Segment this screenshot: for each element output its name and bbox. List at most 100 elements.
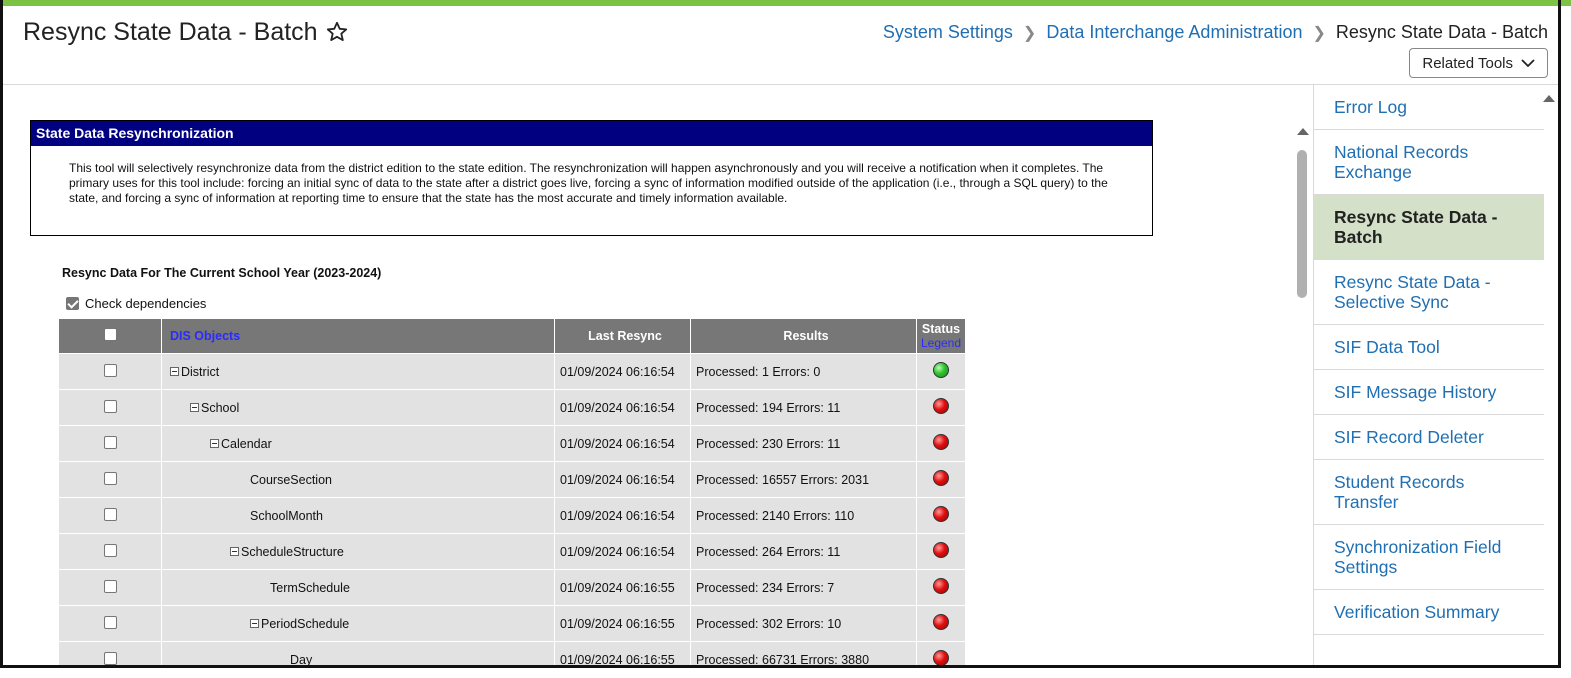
row-checkbox[interactable] xyxy=(103,435,117,449)
favorite-star-icon[interactable] xyxy=(325,20,349,44)
table-body: District 01/09/2024 06:16:54 Processed: 1 … xyxy=(58,353,966,667)
collapse-icon[interactable] xyxy=(230,547,239,556)
object-name: TermSchedule xyxy=(270,580,350,595)
sidebar-item-verification-summary[interactable]: Verification Summary xyxy=(1314,590,1544,635)
content-scrollbar[interactable] xyxy=(1297,150,1307,298)
related-tools-button[interactable]: Related Tools xyxy=(1409,48,1548,78)
sidebar-item-sif-data-tool[interactable]: SIF Data Tool xyxy=(1314,325,1544,370)
table-row: Day 01/09/2024 06:16:55 Processed: 66731 E… xyxy=(58,641,966,667)
results-cell: Processed: 194 Errors: 11 xyxy=(690,389,917,426)
status-red-icon xyxy=(933,434,949,450)
check-dependencies-checkbox[interactable] xyxy=(66,297,79,310)
object-cell: School xyxy=(161,389,555,426)
last-resync-cell: 01/09/2024 06:16:55 xyxy=(554,569,691,606)
sidebar-item-error-log[interactable]: Error Log xyxy=(1314,85,1544,130)
last-resync-cell: 01/09/2024 06:16:55 xyxy=(554,641,691,665)
table-row: TermSchedule 01/09/2024 06:16:55 Processed… xyxy=(58,569,966,606)
object-name: PeriodSchedule xyxy=(261,616,350,631)
object-name: ScheduleStructure xyxy=(241,544,344,559)
sidebar-item-student-records-transfer[interactable]: Student Records Transfer xyxy=(1314,460,1544,525)
table-row: Calendar 01/09/2024 06:16:54 Processed: 23… xyxy=(58,425,966,462)
info-panel: State Data Resynchronization This tool w… xyxy=(30,120,1153,236)
select-all-checkbox[interactable] xyxy=(103,328,117,341)
row-checkbox[interactable] xyxy=(103,399,117,413)
last-resync-cell: 01/09/2024 06:16:54 xyxy=(554,533,691,570)
collapse-icon[interactable] xyxy=(190,403,199,412)
status-red-icon xyxy=(933,614,949,630)
row-select-cell xyxy=(58,353,162,390)
sidebar-item-resync-state-data-selective-sync[interactable]: Resync State Data - Selective Sync xyxy=(1314,260,1544,325)
related-tools-label: Related Tools xyxy=(1422,54,1513,72)
collapse-icon[interactable] xyxy=(250,619,259,628)
status-red-icon xyxy=(933,506,949,522)
object-cell: ScheduleStructure xyxy=(161,533,555,570)
row-checkbox[interactable] xyxy=(103,579,117,593)
status-red-icon xyxy=(933,650,949,665)
object-name: SchoolMonth xyxy=(250,508,323,523)
sidebar-item-national-records-exchange[interactable]: National Records Exchange xyxy=(1314,130,1544,195)
legend-link[interactable]: Legend xyxy=(917,336,965,350)
object-cell: PeriodSchedule xyxy=(161,605,555,642)
row-checkbox[interactable] xyxy=(103,507,117,521)
sidebar-item-sif-record-deleter[interactable]: SIF Record Deleter xyxy=(1314,415,1544,460)
results-cell: Processed: 230 Errors: 11 xyxy=(690,425,917,462)
col-dis-objects[interactable]: DIS Objects xyxy=(161,318,555,354)
row-checkbox[interactable] xyxy=(103,363,117,377)
object-cell: CourseSection xyxy=(161,461,555,498)
col-results: Results xyxy=(690,318,917,354)
section-title: Resync Data For The Current School Year … xyxy=(62,266,382,280)
row-select-cell xyxy=(58,497,162,534)
results-cell: Processed: 16557 Errors: 2031 xyxy=(690,461,917,498)
results-cell: Processed: 1 Errors: 0 xyxy=(690,353,917,390)
row-checkbox[interactable] xyxy=(103,543,117,557)
scroll-up-arrow-icon[interactable] xyxy=(1297,128,1309,135)
row-select-cell xyxy=(58,533,162,570)
table-header-row: DIS Objects Last Resync Results Status L… xyxy=(58,318,966,354)
breadcrumb-data-interchange[interactable]: Data Interchange Administration xyxy=(1046,22,1302,43)
object-cell: TermSchedule xyxy=(161,569,555,606)
status-cell xyxy=(916,461,966,498)
last-resync-cell: 01/09/2024 06:16:55 xyxy=(554,605,691,642)
chevron-right-icon: ❯ xyxy=(1022,24,1037,42)
row-checkbox[interactable] xyxy=(103,615,117,629)
sidebar-item-sif-message-history[interactable]: SIF Message History xyxy=(1314,370,1544,415)
object-cell: District xyxy=(161,353,555,390)
sidebar-item-resync-state-data-batch[interactable]: Resync State Data - Batch xyxy=(1314,195,1544,260)
row-select-cell xyxy=(58,641,162,665)
status-red-icon xyxy=(933,578,949,594)
table-row: ScheduleStructure 01/09/2024 06:16:54 Proc… xyxy=(58,533,966,570)
results-cell: Processed: 234 Errors: 7 xyxy=(690,569,917,606)
status-cell xyxy=(916,605,966,642)
page-title: Resync State Data - Batch xyxy=(23,18,318,46)
results-cell: Processed: 302 Errors: 10 xyxy=(690,605,917,642)
status-red-icon xyxy=(933,542,949,558)
breadcrumb-current: Resync State Data - Batch xyxy=(1335,22,1548,42)
object-cell: Day xyxy=(161,641,555,667)
row-select-cell xyxy=(58,569,162,606)
sidebar-scroll-up-icon[interactable] xyxy=(1543,95,1555,102)
object-name: CourseSection xyxy=(250,472,332,487)
panel-description: This tool will selectively resynchronize… xyxy=(69,161,1108,205)
select-all-cell xyxy=(58,318,162,354)
check-dependencies-option[interactable]: Check dependencies xyxy=(66,296,206,311)
status-cell xyxy=(916,533,966,570)
sidebar-item-synchronization-field-settings[interactable]: Synchronization Field Settings xyxy=(1314,525,1544,590)
results-cell: Processed: 264 Errors: 11 xyxy=(690,533,917,570)
row-checkbox[interactable] xyxy=(103,471,117,485)
object-name: School xyxy=(201,400,240,415)
table-row: PeriodSchedule 01/09/2024 06:16:55 Process… xyxy=(58,605,966,642)
breadcrumb-system-settings[interactable]: System Settings xyxy=(883,22,1013,43)
last-resync-cell: 01/09/2024 06:16:54 xyxy=(554,353,691,390)
row-checkbox[interactable] xyxy=(103,651,117,665)
col-status: Status Legend xyxy=(916,318,966,354)
status-cell xyxy=(916,389,966,426)
status-red-icon xyxy=(933,470,949,486)
status-header-label: Status xyxy=(921,322,961,336)
collapse-icon[interactable] xyxy=(170,367,179,376)
collapse-icon[interactable] xyxy=(210,439,219,448)
page-header: Resync State Data - Batch System Setting… xyxy=(3,6,1558,85)
row-select-cell xyxy=(58,605,162,642)
object-name: Day xyxy=(290,652,313,667)
last-resync-cell: 01/09/2024 06:16:54 xyxy=(554,497,691,534)
status-red-icon xyxy=(933,398,949,414)
